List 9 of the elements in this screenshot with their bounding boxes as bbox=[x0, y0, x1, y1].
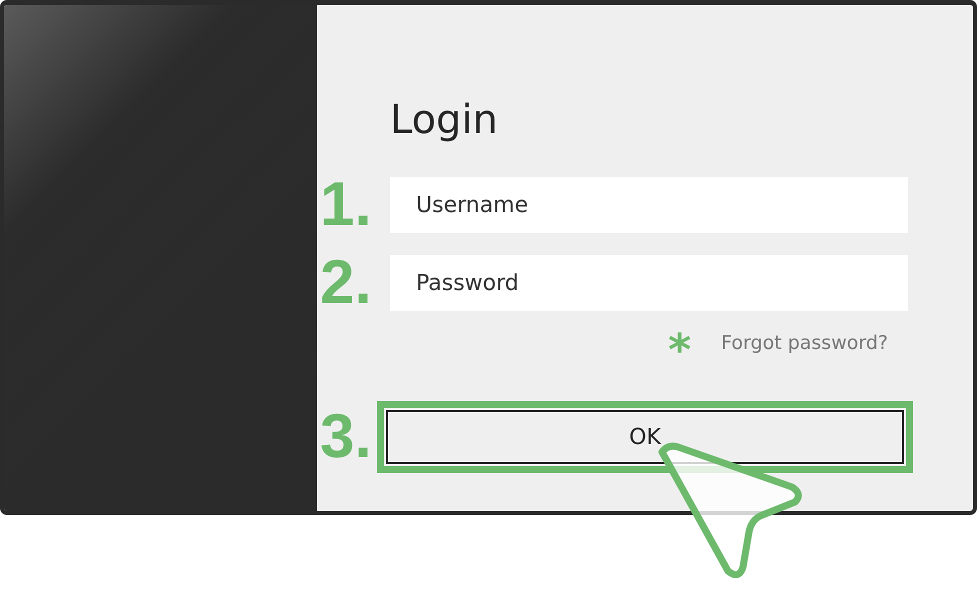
ok-button[interactable]: OK bbox=[386, 410, 904, 464]
input-field[interactable]: Password bbox=[390, 255, 908, 311]
step-number: 2. bbox=[320, 255, 373, 311]
forgot-password-link[interactable]: Forgot password? bbox=[721, 332, 888, 354]
login-title: Login bbox=[390, 96, 499, 145]
step-number: 3. bbox=[320, 409, 373, 465]
step-number: 1. bbox=[320, 177, 373, 233]
input-field[interactable]: Username bbox=[390, 177, 908, 233]
asterisk-mark: * bbox=[668, 324, 692, 371]
